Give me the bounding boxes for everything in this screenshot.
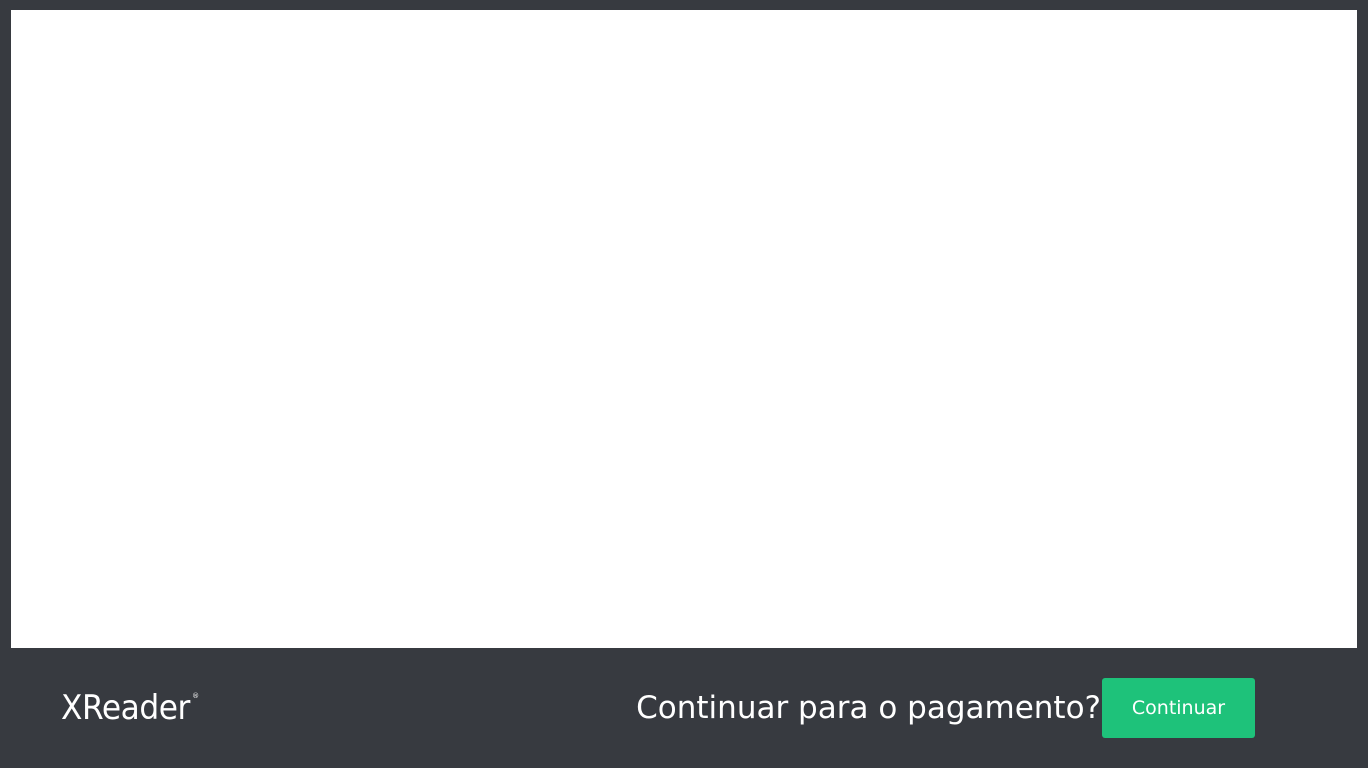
- brand-name: XReader: [61, 688, 190, 728]
- content-frame: [11, 10, 1357, 648]
- continue-button[interactable]: Continuar: [1102, 678, 1255, 738]
- brand-logo: XReader ®: [61, 690, 199, 726]
- footer-bar: XReader ® Continuar para o pagamento? Co…: [0, 648, 1368, 768]
- payment-prompt: Continuar para o pagamento?: [636, 690, 1101, 726]
- registered-mark: ®: [192, 692, 200, 700]
